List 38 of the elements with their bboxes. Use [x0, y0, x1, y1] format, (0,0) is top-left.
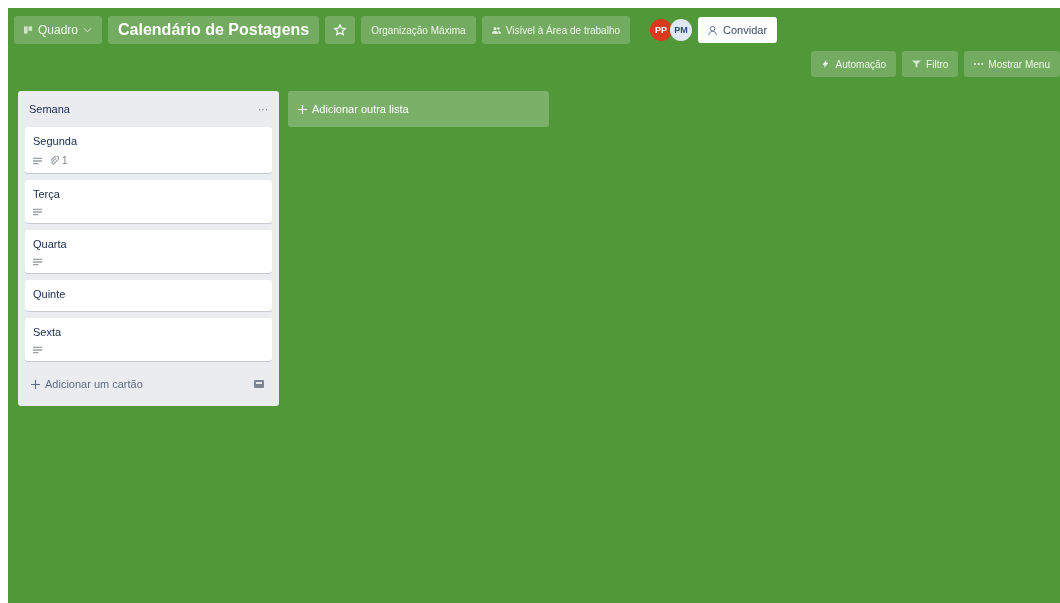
- card-title: Sexta: [33, 326, 63, 338]
- card[interactable]: Quinte: [25, 280, 272, 311]
- card[interactable]: Sexta: [25, 318, 272, 361]
- add-list-button[interactable]: Adicionar outra lista: [288, 91, 549, 127]
- star-icon: [334, 24, 347, 36]
- board-icon: [24, 26, 33, 34]
- team-button[interactable]: Organização Máxima: [361, 16, 476, 44]
- board-title[interactable]: Calendário de Postagens: [108, 16, 320, 44]
- list-title[interactable]: Semana: [29, 103, 70, 115]
- card[interactable]: Segunda 1: [25, 127, 272, 173]
- invite-button[interactable]: Convidar: [698, 17, 778, 43]
- card[interactable]: Terça: [25, 180, 272, 223]
- visibility-button[interactable]: Visível à Área de trabalho: [481, 16, 631, 44]
- show-menu-button[interactable]: Mostrar Menu: [964, 51, 1060, 77]
- dots-icon: [974, 60, 984, 68]
- filter-button[interactable]: Filtro: [902, 51, 959, 77]
- filter-icon: [912, 60, 922, 68]
- bolt-icon: [821, 60, 831, 68]
- member-avatar[interactable]: PP: [650, 19, 673, 41]
- chevron-icon: [83, 26, 93, 34]
- list-menu-button[interactable]: ···: [258, 103, 268, 115]
- add-card-button[interactable]: Adicionar um cartão: [31, 378, 143, 390]
- card-title: Segunda: [33, 135, 79, 147]
- member-avatar[interactable]: PM: [670, 19, 693, 41]
- template-icon[interactable]: [254, 379, 264, 389]
- star-button[interactable]: [325, 16, 356, 44]
- plus-icon: [298, 104, 307, 114]
- plus-icon: [31, 379, 40, 389]
- automation-button[interactable]: Automação: [811, 51, 897, 77]
- board-switcher-button[interactable]: Quadro: [14, 16, 103, 44]
- card-title: Terça: [33, 188, 61, 200]
- paperclip-icon: [50, 156, 59, 165]
- person-icon: [708, 24, 720, 36]
- people-icon: [491, 26, 501, 34]
- card-title: Quarta: [33, 238, 68, 250]
- card-title: Quinte: [33, 288, 67, 300]
- card[interactable]: Quarta: [25, 230, 272, 273]
- attachment-count: 1: [62, 155, 68, 166]
